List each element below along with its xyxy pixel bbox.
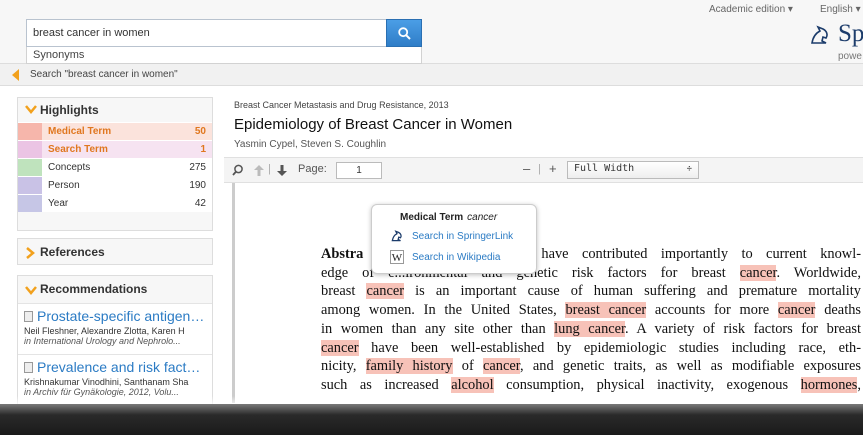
search-button[interactable] — [386, 19, 422, 47]
search-icon — [398, 27, 411, 40]
recommendation-title[interactable]: Prostate-specific antigen t... — [24, 308, 206, 324]
highlight-label: Person — [48, 180, 80, 191]
references-panel[interactable]: References — [17, 238, 213, 265]
medical-term-highlight[interactable]: cancer — [366, 283, 405, 300]
bottom-shadow-bar — [0, 404, 863, 435]
text-line: cancer have been well-established by epi… — [321, 339, 861, 356]
popup-term: cancer — [467, 212, 498, 223]
medical-term-highlight[interactable]: lung cancer — [554, 320, 626, 337]
arrow-down-icon[interactable] — [277, 165, 287, 176]
document-authors: Yasmin Cypel, Steven S. Coughlin — [234, 139, 387, 150]
references-title: References — [40, 245, 105, 259]
search-wikipedia-link[interactable]: Search in Wikipedia — [412, 252, 500, 263]
highlight-label: Medical Term — [48, 126, 112, 137]
medical-term-highlight[interactable]: cancer — [483, 358, 520, 375]
recommendations-panel: Recommendations Prostate-specific antige… — [17, 275, 213, 405]
synonyms-toggle[interactable]: Synonyms — [26, 47, 422, 64]
text-line: among women. In the United States, breas… — [321, 302, 861, 319]
term-popup: Medical Term cancer Search in SpringerLin… — [371, 204, 537, 274]
medical-term-highlight[interactable]: breast cancer — [565, 302, 647, 319]
highlight-swatch — [18, 123, 42, 140]
select-caret-icon: ÷ — [686, 164, 692, 174]
chevron-down-icon — [25, 286, 37, 295]
highlights-panel: Highlights Medical Term 50 Search Term 1… — [17, 97, 213, 231]
highlight-count: 42 — [194, 198, 206, 209]
highlight-row-person[interactable]: Person 190 — [18, 176, 212, 194]
document-icon — [24, 362, 33, 373]
arrow-up-icon[interactable] — [254, 165, 264, 176]
medical-term-highlight[interactable]: hormones — [800, 376, 858, 393]
medical-term-highlight[interactable]: cancer — [321, 339, 359, 356]
popup-title: Medical Term cancer — [400, 212, 498, 223]
highlight-swatch — [18, 177, 42, 194]
springer-knight-icon — [811, 25, 828, 44]
highlight-label: Search Term — [48, 144, 108, 155]
search-icon[interactable] — [232, 164, 244, 176]
medical-term-highlight[interactable]: cancer — [739, 264, 777, 281]
zoom-in-button[interactable]: + — [549, 161, 557, 176]
highlight-row-year[interactable]: Year 42 — [18, 194, 212, 212]
document-page: Abstra have contributed importantly to cu… — [232, 183, 863, 403]
highlight-count: 275 — [189, 162, 206, 173]
wikipedia-icon: W — [390, 250, 404, 264]
page-number-input[interactable] — [336, 162, 382, 179]
document-title: Epidemiology of Breast Cancer in Women — [234, 116, 513, 133]
search-springerlink-link[interactable]: Search in SpringerLink — [412, 231, 513, 242]
search-input[interactable] — [27, 20, 387, 46]
zoom-select[interactable]: Full Width ÷ — [567, 161, 699, 179]
language-dropdown[interactable]: English ▾ — [820, 4, 861, 15]
medical-term-highlight[interactable]: cancer — [777, 302, 816, 319]
text-line: nicity, family history of cancer, and ge… — [321, 358, 862, 375]
edition-dropdown[interactable]: Academic edition ▾ — [709, 4, 793, 15]
highlights-header[interactable]: Highlights — [18, 98, 212, 122]
breadcrumb-link[interactable]: Search "breast cancer in women" — [30, 69, 178, 80]
highlight-label: Year — [48, 198, 69, 209]
chevron-down-icon — [25, 105, 37, 114]
powered-by-text: powe — [838, 51, 862, 62]
highlight-label: Concepts — [48, 162, 91, 173]
toolbar-separator: | — [268, 163, 271, 175]
highlight-count: 190 — [189, 180, 206, 191]
recommendations-title: Recommendations — [40, 282, 148, 296]
highlight-swatch — [18, 159, 42, 176]
book-series[interactable]: Breast Cancer Metastasis and Drug Resist… — [234, 100, 449, 110]
text-line: such as increased alcohol consumption, p… — [321, 376, 861, 393]
recommendation-item[interactable]: Prostate-specific antigen t... Neil Fles… — [18, 303, 212, 354]
highlight-swatch — [18, 141, 42, 158]
springer-knight-icon — [391, 230, 402, 242]
breadcrumb: Search "breast cancer in women" — [0, 64, 863, 86]
highlight-count: 50 — [194, 126, 206, 137]
recommendations-header[interactable]: Recommendations — [18, 276, 212, 303]
recommendation-authors: Neil Fleshner, Alexandre Zlotta, Karen H — [24, 326, 185, 336]
references-header[interactable]: References — [18, 239, 212, 266]
recommendation-journal: in International Urology and Nephrolo... — [24, 336, 181, 346]
zoom-value: Full Width — [574, 163, 635, 174]
toolbar-separator: | — [538, 163, 541, 175]
page-label: Page: — [298, 163, 327, 175]
text-line: in women than any site other than lung c… — [321, 320, 861, 337]
back-arrow-icon[interactable] — [12, 69, 19, 81]
highlight-row-concepts[interactable]: Concepts 275 — [18, 158, 212, 176]
highlights-title: Highlights — [40, 103, 99, 117]
highlight-count: 1 — [200, 144, 206, 155]
highlight-row-medical-term[interactable]: Medical Term 50 — [18, 122, 212, 140]
top-bar: Synonyms Academic edition ▾ English ▾ Sp… — [0, 0, 863, 64]
text-line: breast cancer is an important cause of h… — [321, 283, 861, 300]
zoom-out-button[interactable]: – — [523, 161, 530, 176]
viewer-toolbar: | Page: – | + Full Width ÷ — [224, 157, 863, 183]
medical-term-highlight[interactable]: alcohol — [451, 376, 494, 393]
highlight-row-search-term[interactable]: Search Term 1 — [18, 140, 212, 158]
springer-logo-text: Sp — [838, 20, 863, 47]
document-icon — [24, 311, 33, 322]
chevron-right-icon — [26, 247, 35, 259]
recommendation-title[interactable]: Prevalence and risk factor... — [24, 359, 206, 375]
recommendation-authors: Krishnakumar Vinodhini, Santhanam Sha — [24, 377, 189, 387]
search-box — [26, 19, 422, 47]
medical-term-highlight[interactable]: family history — [365, 358, 453, 375]
highlight-swatch — [18, 195, 42, 212]
svg-text:W: W — [392, 252, 403, 264]
